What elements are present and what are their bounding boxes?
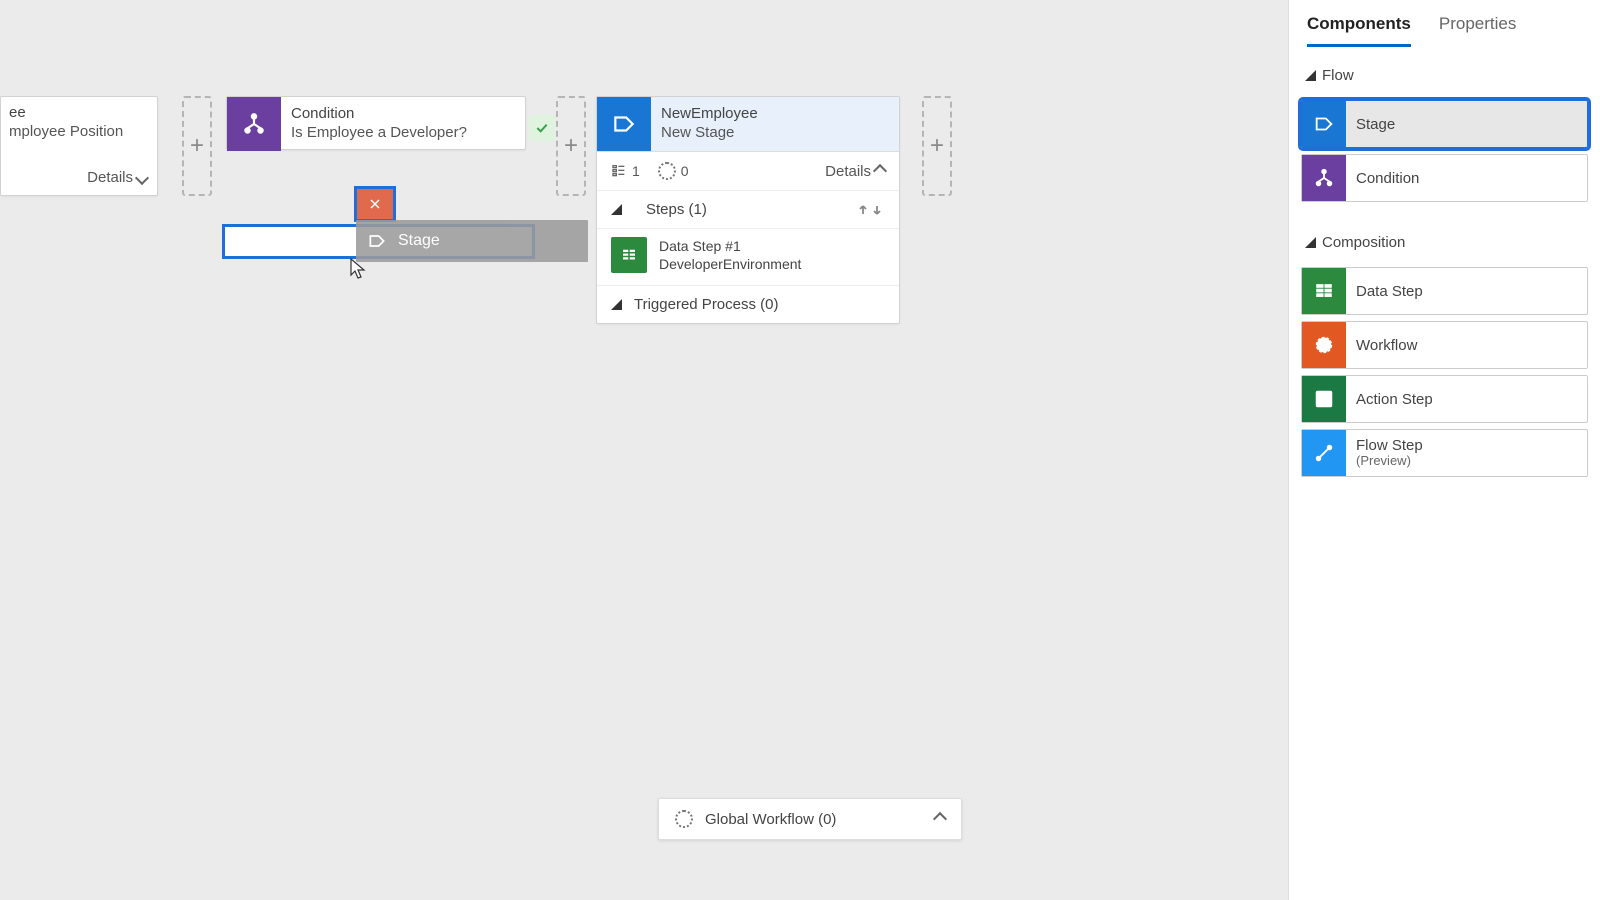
tab-components[interactable]: Components <box>1307 10 1411 47</box>
tab-properties[interactable]: Properties <box>1439 10 1516 47</box>
global-workflow-bar[interactable]: Global Workflow (0) <box>658 798 962 840</box>
stage-node-partial[interactable]: ee mployee Position Details <box>0 96 158 196</box>
component-condition[interactable]: Condition <box>1301 154 1588 202</box>
component-stage[interactable]: Stage <box>1301 100 1588 148</box>
wf-count-badge: 0 <box>658 162 689 180</box>
component-actionstep[interactable]: Action Step <box>1301 375 1588 423</box>
workflow-icon <box>675 810 693 828</box>
details-toggle[interactable]: Details <box>825 163 885 180</box>
collapse-icon <box>1305 237 1316 248</box>
drop-slot[interactable]: + <box>182 96 212 196</box>
stage-icon <box>1302 101 1346 147</box>
datastep-field: DeveloperEnvironment <box>659 255 801 273</box>
check-icon <box>529 115 555 141</box>
component-stage-label: Stage <box>1346 116 1395 133</box>
component-workflow[interactable]: Workflow <box>1301 321 1588 369</box>
component-flowstep-label: Flow Step (Preview) <box>1346 437 1423 468</box>
datastep-title: Data Step #1 <box>659 237 801 255</box>
component-workflow-label: Workflow <box>1346 337 1417 354</box>
collapse-icon[interactable] <box>611 204 622 215</box>
collapse-icon[interactable] <box>611 299 622 310</box>
flowstep-icon <box>1302 430 1346 476</box>
canvas[interactable]: ee mployee Position Details + + + Condit… <box>0 56 1288 900</box>
delete-icon[interactable] <box>354 186 396 222</box>
drag-ghost-stage: Stage <box>356 220 588 262</box>
workflow-icon <box>1302 322 1346 368</box>
steps-header: Steps (1) <box>646 201 707 218</box>
partial-line1: ee <box>9 103 149 123</box>
datastep-icon <box>611 237 647 273</box>
ghost-label: Stage <box>398 232 440 250</box>
reorder-icon[interactable] <box>859 203 885 217</box>
chevron-up-icon[interactable] <box>933 812 947 826</box>
section-flow: Flow Stage Condition <box>1289 49 1600 216</box>
section-flow-header[interactable]: Flow <box>1301 63 1588 94</box>
condition-title: Condition <box>291 104 515 124</box>
section-flow-label: Flow <box>1322 67 1354 84</box>
triggered-header: Triggered Process (0) <box>634 296 779 313</box>
data-step-row[interactable]: Data Step #1 DeveloperEnvironment <box>597 228 899 285</box>
section-composition: Composition Data Step Workflow Action St… <box>1289 216 1600 491</box>
component-actionstep-label: Action Step <box>1346 391 1433 408</box>
drop-slot[interactable]: + <box>922 96 952 196</box>
plus-icon: + <box>564 132 578 160</box>
stage-icon <box>597 97 651 151</box>
section-composition-label: Composition <box>1322 234 1405 251</box>
plus-icon: + <box>930 132 944 160</box>
actionstep-icon <box>1302 376 1346 422</box>
stage-icon <box>356 220 398 262</box>
component-datastep-label: Data Step <box>1346 283 1423 300</box>
cursor-icon <box>349 257 367 281</box>
component-condition-label: Condition <box>1346 170 1419 187</box>
condition-text: Is Employee a Developer? <box>291 124 515 141</box>
partial-line2: mployee Position <box>9 123 149 140</box>
steps-count-badge: 1 <box>611 163 640 179</box>
details-toggle[interactable]: Details <box>87 169 147 186</box>
collapse-icon <box>1305 70 1316 81</box>
plus-icon: + <box>190 132 204 160</box>
stage-node-newemployee[interactable]: NewEmployee New Stage 1 0 Details <box>596 96 900 324</box>
condition-icon <box>227 97 281 151</box>
right-panel: Components Properties Flow Stage Conditi… <box>1288 0 1600 900</box>
condition-node[interactable]: Condition Is Employee a Developer? <box>226 96 526 150</box>
component-datastep[interactable]: Data Step <box>1301 267 1588 315</box>
chevron-down-icon <box>135 170 149 184</box>
global-workflow-label: Global Workflow (0) <box>705 811 836 828</box>
newstage-sub: New Stage <box>661 124 889 141</box>
panel-tabs: Components Properties <box>1289 10 1600 49</box>
section-composition-header[interactable]: Composition <box>1301 230 1588 261</box>
datastep-icon <box>1302 268 1346 314</box>
condition-icon <box>1302 155 1346 201</box>
drop-slot[interactable]: + <box>556 96 586 196</box>
newstage-title: NewEmployee <box>661 104 889 124</box>
component-flowstep[interactable]: Flow Step (Preview) <box>1301 429 1588 477</box>
chevron-up-icon <box>873 164 887 178</box>
